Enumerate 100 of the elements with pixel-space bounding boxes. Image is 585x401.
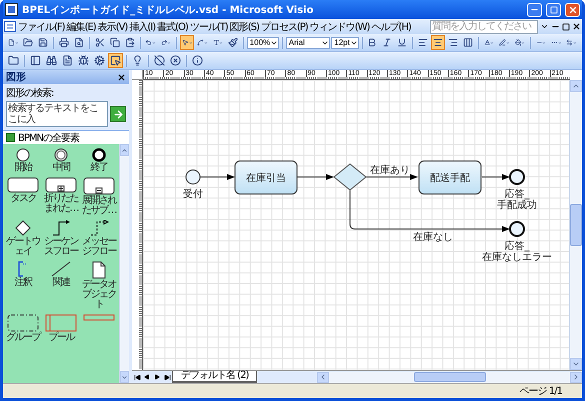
caret-icon (542, 40, 546, 46)
next-page-button[interactable] (152, 372, 162, 382)
previous-page-button[interactable] (142, 372, 152, 382)
font-size-dropdown[interactable]: 12pt (331, 36, 359, 48)
node-label: 手配成功 (497, 200, 537, 211)
menu-item[interactable]: ファイル(F) (18, 20, 65, 34)
connector-arrow (482, 174, 510, 180)
bracket-icon (17, 261, 29, 277)
connector-icon (197, 37, 204, 48)
format-painter-button[interactable] (226, 35, 240, 50)
pointer-button[interactable] (180, 35, 194, 50)
print-button[interactable] (57, 35, 72, 50)
redo-icon (160, 37, 168, 48)
end-event-circle (509, 169, 525, 185)
shape-search-field[interactable]: 検索するテキストをここに入 (6, 101, 108, 127)
start-event-circle (186, 170, 200, 184)
shape-label[interactable]: メッセージフロー (81, 237, 117, 257)
layers-button[interactable] (28, 53, 43, 68)
diagonal-line-icon (51, 261, 71, 277)
close-icon[interactable] (572, 22, 581, 31)
menu-item[interactable]: ツール(T) (190, 20, 228, 34)
find-button[interactable] (44, 53, 59, 68)
font-dropdown[interactable]: Arial (286, 36, 330, 48)
caret-icon (506, 40, 510, 46)
page-magnifier-icon (74, 37, 84, 48)
undo-icon (145, 37, 152, 48)
panel-icon (30, 55, 41, 66)
binoculars-icon (46, 55, 57, 66)
menu-item[interactable]: ウィンドウ(W) (310, 20, 370, 34)
maximize-icon (550, 6, 558, 14)
italic-icon (382, 37, 392, 48)
maximize-button[interactable] (546, 2, 561, 16)
caret-icon (219, 40, 224, 46)
circle-icon (16, 148, 30, 162)
menu-item[interactable]: 編集(E) (66, 20, 96, 34)
copy-icon (110, 37, 120, 48)
printer-icon (59, 37, 70, 48)
menu-item[interactable]: ヘルプ(H) (371, 20, 411, 34)
shape-label[interactable]: グループ (5, 333, 41, 343)
shape-label[interactable]: シーケンスフロー (43, 237, 79, 257)
shape-label[interactable]: 折りたたまれた… (43, 194, 79, 214)
expanded-box-icon (83, 177, 115, 195)
stencil-header[interactable]: BPMNの全要素 (3, 130, 129, 144)
circle-x-icon (170, 55, 181, 66)
menu-item[interactable]: プロセス(P) (260, 20, 308, 34)
menu-item[interactable]: 図形(S) (230, 20, 259, 34)
close-button[interactable] (565, 2, 580, 16)
page-tab[interactable]: デフォルト名 (2) (172, 371, 258, 383)
connector-label: 在庫なし (413, 232, 453, 243)
shape-label[interactable]: 関連 (43, 278, 79, 288)
menu-item[interactable]: 挿入(I) (129, 20, 156, 34)
close-icon[interactable] (117, 72, 126, 82)
align-center-icon (433, 37, 444, 48)
close-icon (568, 4, 578, 14)
shape-label[interactable]: ゲートウェイ (5, 237, 41, 257)
shape-label[interactable]: 注釈 (5, 278, 41, 288)
align-right-icon (448, 37, 458, 48)
caret-icon (573, 40, 577, 46)
copy-button[interactable] (108, 35, 122, 50)
help-search-field[interactable]: 質問を入力してください (430, 20, 538, 34)
menu-item[interactable]: 表示(V) (98, 20, 128, 34)
shape-label[interactable]: 展開されたサブ… (81, 196, 117, 216)
double-circle-icon (54, 148, 68, 162)
node-label: 受付 (183, 189, 203, 200)
shape-label[interactable]: 開始 (5, 163, 41, 173)
gateway-diamond (333, 163, 367, 191)
scroll-thumb[interactable] (414, 372, 486, 382)
right-triangle-icon (154, 374, 160, 380)
shape-label[interactable]: タスク (5, 194, 41, 204)
minimize-button[interactable] (527, 2, 542, 16)
info-icon (192, 55, 203, 66)
menu-item[interactable]: 書式(O) (157, 20, 188, 34)
columns-icon (463, 37, 474, 48)
add-ons-button[interactable] (92, 53, 107, 68)
vertical-scrollbar[interactable] (569, 80, 582, 370)
node-label: 在庫なしエラー (482, 252, 552, 263)
last-icon (164, 374, 170, 380)
shape-label[interactable]: プール (43, 333, 79, 343)
scroll-thumb[interactable] (570, 204, 582, 246)
search-go-button[interactable] (110, 106, 126, 122)
select-button[interactable] (108, 53, 123, 68)
align-center-button[interactable] (431, 35, 446, 50)
scissors-icon (94, 37, 105, 48)
restore-icon[interactable] (562, 22, 570, 30)
caret-icon (167, 40, 172, 46)
stop-button[interactable] (152, 53, 167, 68)
debug-button[interactable] (76, 53, 91, 68)
cancel-button[interactable] (168, 53, 183, 68)
diamond-icon (15, 220, 31, 236)
rounded-rectangle-icon (7, 177, 39, 193)
shape-label[interactable]: 終了 (81, 163, 117, 173)
horizontal-scrollbar[interactable] (317, 372, 582, 382)
info-button[interactable] (190, 53, 205, 68)
zoom-dropdown[interactable]: 100% (246, 36, 280, 48)
align-left-icon (418, 37, 428, 48)
arrow-right-icon (112, 108, 124, 120)
underline-icon (397, 37, 408, 48)
shape-label[interactable]: データオブジェクト (81, 280, 117, 310)
shape-label[interactable]: 中間 (43, 163, 79, 173)
panel-scrollbar[interactable] (119, 144, 129, 383)
